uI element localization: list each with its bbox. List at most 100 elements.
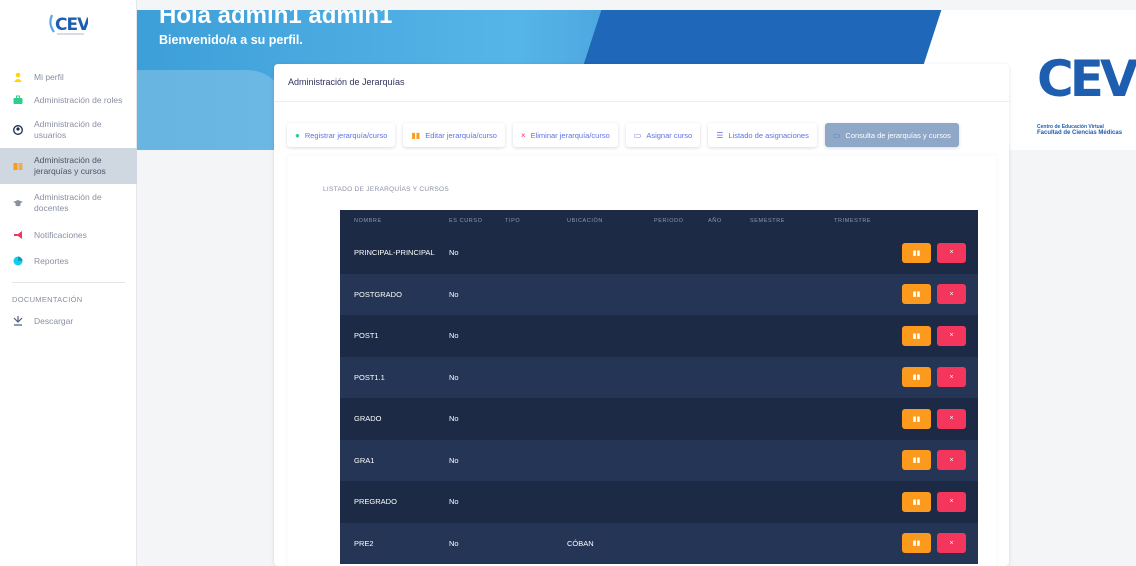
row-actions-group: ▮▮ ×	[894, 450, 978, 471]
delete-row-button[interactable]: ×	[937, 450, 966, 471]
close-icon: ×	[949, 249, 954, 257]
table-cell	[694, 523, 736, 565]
sidebar-item-label: Notificaciones	[34, 229, 87, 240]
close-icon: ×	[520, 130, 526, 140]
sidebar-item-label: Reportes	[34, 255, 69, 266]
row-actions: ▮▮ ×	[880, 232, 978, 274]
table-cell	[736, 481, 820, 523]
delete-row-button[interactable]: ×	[937, 533, 966, 554]
table-cell	[694, 232, 736, 274]
edit-row-button[interactable]: ▮▮	[902, 408, 931, 429]
row-actions: ▮▮ ×	[880, 481, 978, 523]
column-header-nombre[interactable]: NOMBRE	[340, 210, 435, 232]
table-cell	[491, 440, 553, 482]
table-cell: POST1.1	[354, 372, 385, 382]
register-hierarchy-button[interactable]: ● Registrar jerarquía/curso	[287, 123, 396, 147]
laptop-icon: ▭	[633, 130, 642, 140]
table-cell	[736, 232, 820, 274]
table-row[interactable]: PREGRADO No ▮▮ ×	[340, 481, 978, 523]
documentation-heading: DOCUMENTACIÓN	[12, 295, 83, 304]
table-cell: GRA1	[354, 455, 375, 465]
row-actions: ▮▮ ×	[880, 315, 978, 357]
column-header-ubicacion[interactable]: UBICACIÓN	[553, 210, 640, 232]
table-cell	[694, 398, 736, 440]
column-header-es-curso[interactable]: ES CURSO	[435, 210, 491, 232]
table-cell	[491, 315, 553, 357]
table-cell	[820, 315, 880, 357]
table-cell	[694, 357, 736, 399]
sidebar-item-jerarquias[interactable]: Administración de jerarquías y cursos	[0, 148, 137, 184]
close-icon: ×	[949, 332, 954, 340]
edit-row-button[interactable]: ▮▮	[902, 242, 931, 263]
column-header-anio[interactable]: AÑO	[694, 210, 736, 232]
edit-hierarchy-button[interactable]: ▮▮ Editar jerarquía/curso	[403, 123, 505, 147]
edit-row-button[interactable]: ▮▮	[902, 325, 931, 346]
sidebar-item-mi-perfil[interactable]: Mi perfil	[0, 66, 137, 88]
delete-hierarchy-button[interactable]: × Eliminar jerarquía/curso	[512, 123, 618, 147]
table-row[interactable]: PRE2 No CÓBAN ▮▮ ×	[340, 522, 978, 565]
sidebar-item-notificaciones[interactable]: Notificaciones	[0, 222, 137, 248]
row-actions-group: ▮▮ ×	[894, 367, 978, 388]
table-cell: No	[449, 455, 459, 465]
table-cell	[640, 398, 694, 440]
edit-row-button[interactable]: ▮▮	[902, 284, 931, 305]
dot-icon: ●	[295, 130, 300, 140]
sidebar-item-docentes[interactable]: Administración de docentes	[0, 184, 137, 222]
button-label: Listado de asignaciones	[728, 130, 809, 140]
assignment-list-button[interactable]: ☰ Listado de asignaciones	[708, 123, 817, 147]
column-header-periodo[interactable]: PERIODO	[640, 210, 694, 232]
edit-icon: ▮▮	[912, 457, 921, 465]
table-cell	[640, 357, 694, 399]
edit-icon: ▮▮	[912, 374, 921, 382]
table-cell	[491, 357, 553, 399]
edit-row-button[interactable]: ▮▮	[902, 367, 931, 388]
table-cell	[820, 232, 880, 274]
table-row[interactable]: PRINCIPAL-PRINCIPAL No ▮▮ ×	[340, 232, 978, 274]
table-cell	[553, 274, 640, 316]
table-cell	[491, 232, 553, 274]
edit-row-button[interactable]: ▮▮	[902, 533, 931, 554]
edit-row-button[interactable]: ▮▮	[902, 491, 931, 512]
table-row[interactable]: GRA1 No ▮▮ ×	[340, 439, 978, 482]
laptop-icon: ▭	[832, 130, 841, 140]
sidebar-divider	[12, 282, 125, 283]
app-logo[interactable]: CEV	[48, 12, 92, 38]
assign-course-button[interactable]: ▭ Asignar curso	[625, 123, 701, 147]
column-header-semestre[interactable]: SEMESTRE	[736, 210, 820, 232]
delete-row-button[interactable]: ×	[937, 325, 966, 346]
close-icon: ×	[949, 498, 954, 506]
table-cell: No	[449, 289, 459, 299]
delete-row-button[interactable]: ×	[937, 408, 966, 429]
row-actions-group: ▮▮ ×	[894, 408, 978, 429]
sidebar-item-roles[interactable]: Administración de roles	[0, 88, 137, 112]
table-cell	[553, 481, 640, 523]
table-cell	[640, 232, 694, 274]
query-hierarchy-button[interactable]: ▭ Consulta de jerarquías y cursos	[824, 123, 959, 147]
pie-chart-icon	[12, 255, 24, 267]
table-cell: No	[449, 372, 459, 382]
banner-photo	[137, 70, 287, 150]
table-row[interactable]: POSTGRADO No ▮▮ ×	[340, 273, 978, 316]
delete-row-button[interactable]: ×	[937, 491, 966, 512]
delete-row-button[interactable]: ×	[937, 284, 966, 305]
delete-row-button[interactable]: ×	[937, 242, 966, 263]
sidebar-item-descargar[interactable]: Descargar	[0, 308, 137, 334]
table-cell	[640, 523, 694, 565]
column-header-trimestre[interactable]: TRIMESTRE	[820, 210, 880, 232]
table-cell	[491, 398, 553, 440]
delete-row-button[interactable]: ×	[937, 367, 966, 388]
table-cell	[553, 232, 640, 274]
close-icon: ×	[949, 290, 954, 298]
table-cell	[640, 315, 694, 357]
table-row[interactable]: POST1.1 No ▮▮ ×	[340, 356, 978, 399]
table-cell: No	[449, 538, 459, 548]
table-row[interactable]: POST1 No ▮▮ ×	[340, 315, 978, 357]
sidebar: CEV Mi perfil Administración de roles Ad…	[0, 0, 137, 566]
sidebar-item-usuarios[interactable]: Administración de usuarios	[0, 112, 137, 148]
edit-row-button[interactable]: ▮▮	[902, 450, 931, 471]
column-header-tipo[interactable]: TIPO	[491, 210, 553, 232]
sidebar-item-label: Mi perfil	[34, 71, 64, 82]
table-row[interactable]: GRADO No ▮▮ ×	[340, 398, 978, 440]
table-cell: No	[449, 414, 459, 424]
sidebar-item-reportes[interactable]: Reportes	[0, 248, 137, 274]
